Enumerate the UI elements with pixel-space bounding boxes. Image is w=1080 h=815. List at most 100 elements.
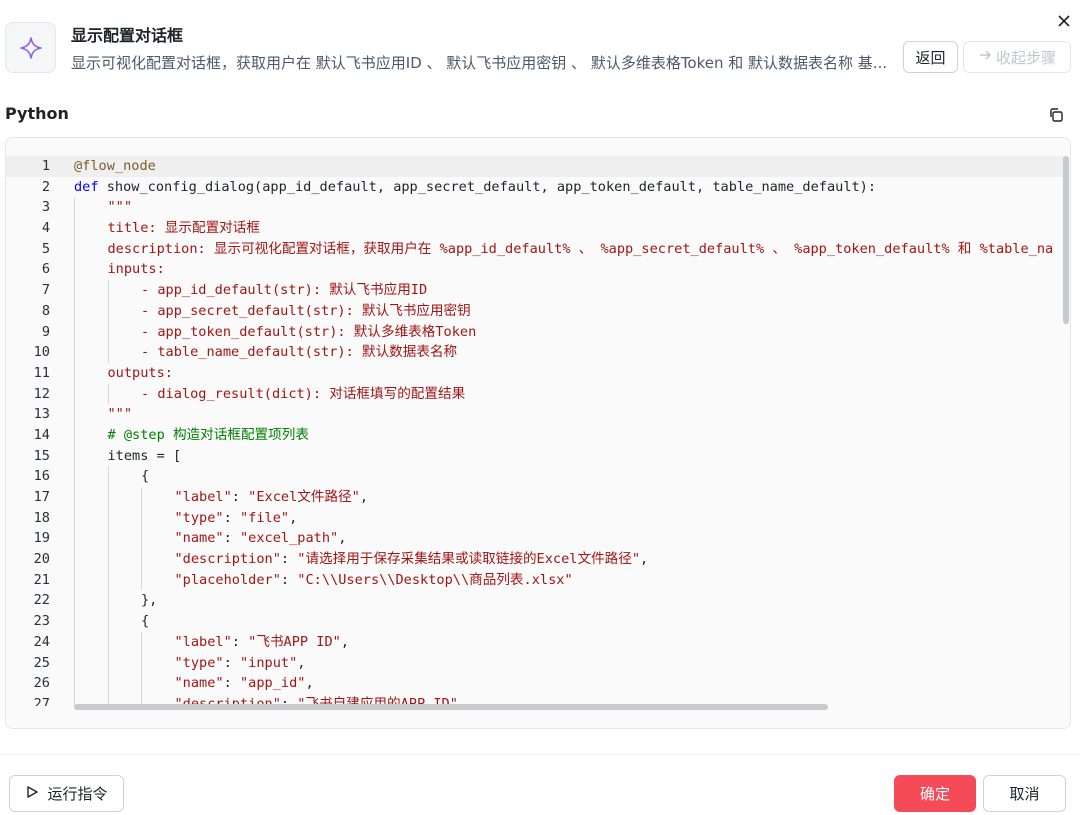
code-line[interactable]: 4 title: 显示配置对话框 xyxy=(6,218,1064,239)
code-token: }, xyxy=(141,592,158,609)
run-command-button[interactable]: 运行指令 xyxy=(9,775,124,812)
line-number: 13 xyxy=(33,406,50,423)
code-token: "type" xyxy=(174,654,224,671)
code-token: # @step 构造对话框配置项列表 xyxy=(107,426,309,443)
code-token: """ xyxy=(107,199,133,216)
code-language-label: Python xyxy=(5,104,69,123)
indent-guide xyxy=(107,673,109,694)
code-line[interactable]: 6 inputs: xyxy=(6,259,1064,281)
indent-guide xyxy=(107,300,109,322)
code-line[interactable]: 15 items = [ xyxy=(6,445,1064,467)
code-line[interactable]: 26 "name": "app_id", xyxy=(6,673,1064,694)
code-line[interactable]: 18 "type": "file", xyxy=(6,507,1064,529)
code-line[interactable]: 13 """ xyxy=(6,404,1064,425)
code-token: items = [ xyxy=(107,447,182,464)
code-line[interactable]: 14 # @step 构造对话框配置项列表 xyxy=(6,424,1064,446)
code-token: , xyxy=(338,530,347,547)
line-number: 9 xyxy=(41,323,50,340)
code-line[interactable]: 2 def show_config_dialog(app_id_default, … xyxy=(6,177,1064,198)
vertical-scrollbar[interactable] xyxy=(1063,156,1069,324)
code-token: "placeholder" xyxy=(174,571,281,588)
code-token: { xyxy=(141,468,150,485)
line-number: 16 xyxy=(33,468,50,485)
code-line[interactable]: 22}, xyxy=(6,590,1064,612)
play-icon xyxy=(25,785,39,803)
cancel-button[interactable]: 取消 xyxy=(983,775,1066,812)
code-token: "type" xyxy=(174,509,224,526)
code-token: - app_secret_default(str): 默认飞书应用密钥 xyxy=(141,302,471,319)
code-lines[interactable]: 1 @flow_node 2 def show_config_dialog(app_i… xyxy=(6,156,1064,706)
code-token: : xyxy=(280,571,298,588)
code-line[interactable]: 24 "label": "飞书APP ID", xyxy=(6,631,1064,653)
line-number: 19 xyxy=(33,530,50,547)
indent-guide xyxy=(74,528,75,550)
code-editor[interactable]: 1 @flow_node 2 def show_config_dialog(app_i… xyxy=(5,137,1071,729)
indent-guide xyxy=(74,631,75,653)
code-token: - app_id_default(str): 默认飞书应用ID xyxy=(141,282,428,299)
code-token: "label" xyxy=(174,489,232,505)
code-text: "name": "excel_path", xyxy=(175,528,347,549)
line-number: 11 xyxy=(33,364,50,381)
line-number: 24 xyxy=(33,633,50,650)
code-line[interactable]: 7 - app_id_default(str): 默认飞书应用ID xyxy=(6,280,1064,301)
code-line[interactable]: 10 - table_name_default(str): 默认数据表名称 xyxy=(6,342,1064,363)
code-token: : xyxy=(231,633,249,650)
code-line[interactable]: 25 "type": "input", xyxy=(6,652,1064,674)
code-text: - dialog_result(dict): 对话框填写的配置结果 xyxy=(141,384,465,405)
indent-guide xyxy=(74,652,75,674)
line-number: 7 xyxy=(41,282,50,299)
code-text: """ xyxy=(108,404,133,425)
code-line[interactable]: 20 "description": "请选择用于保存采集结果或读取链接的Excel… xyxy=(6,549,1064,570)
code-line[interactable]: 19 "name": "excel_path", xyxy=(6,528,1064,550)
code-line[interactable]: 1 @flow_node xyxy=(6,156,1064,177)
code-line[interactable]: 3 """ xyxy=(6,197,1064,219)
indent-guide xyxy=(74,466,75,487)
code-token: , xyxy=(289,509,298,526)
code-token: "app_id" xyxy=(239,675,306,692)
code-line[interactable]: 17 "label": "Excel文件路径", xyxy=(6,487,1064,508)
back-button[interactable]: 返回 xyxy=(903,41,958,73)
code-text: - app_token_default(str): 默认多维表格Token xyxy=(141,322,476,343)
line-number: 6 xyxy=(41,261,50,278)
code-token: - table_name_default(str): 默认数据表名称 xyxy=(141,344,458,361)
line-number: 17 xyxy=(33,489,50,505)
dialog-subtitle: 显示可视化配置对话框，获取用户在 默认飞书应用ID 、 默认飞书应用密钥 、 默… xyxy=(71,54,886,72)
code-token: """ xyxy=(107,406,133,423)
code-line[interactable]: 23 { xyxy=(6,611,1064,632)
collapse-steps-button[interactable]: 收起步骤 xyxy=(963,41,1071,73)
code-text: "type": "input", xyxy=(175,653,306,674)
footer-divider xyxy=(0,754,1080,755)
line-number: 22 xyxy=(33,592,50,609)
code-line[interactable]: 12 - dialog_result(dict): 对话框填写的配置结果 xyxy=(6,383,1064,405)
code-line[interactable]: 9 - app_token_default(str): 默认多维表格Token xyxy=(6,321,1064,343)
code-token: "C:\\Users\\Desktop\\商品列表.xlsx" xyxy=(297,571,573,588)
code-text: """ xyxy=(108,197,133,218)
code-text: - app_secret_default(str): 默认飞书应用密钥 xyxy=(141,301,471,322)
indent-guide xyxy=(74,487,75,508)
confirm-button[interactable]: 确定 xyxy=(894,775,976,812)
code-line[interactable]: 5 description: 显示可视化配置对话框，获取用户在 %app_id_d… xyxy=(6,238,1064,260)
close-icon[interactable] xyxy=(1055,12,1073,30)
line-number: 4 xyxy=(41,220,50,237)
code-line[interactable]: 21 "placeholder": "C:\\Users\\Desktop\\商品… xyxy=(6,569,1064,591)
code-token: "name" xyxy=(174,530,224,547)
code-line[interactable]: 16 { xyxy=(6,466,1064,487)
code-token: , xyxy=(297,654,306,671)
code-text: "description": "请选择用于保存采集结果或读取链接的Excel文件… xyxy=(175,549,649,570)
code-text: - app_id_default(str): 默认飞书应用ID xyxy=(141,280,427,301)
code-token: "飞书APP ID" xyxy=(248,633,341,650)
code-line[interactable]: 8 - app_secret_default(str): 默认飞书应用密钥 xyxy=(6,300,1064,322)
line-number: 25 xyxy=(33,654,50,671)
horizontal-scrollbar[interactable] xyxy=(74,704,828,710)
indent-guide xyxy=(74,383,75,405)
code-token: : xyxy=(223,530,240,547)
code-token: "Excel文件路径" xyxy=(248,489,360,505)
code-line[interactable]: 11 outputs: xyxy=(6,362,1064,384)
indent-guide xyxy=(74,445,75,467)
indent-guide xyxy=(74,590,75,612)
code-token: "name" xyxy=(174,675,224,692)
line-number: 5 xyxy=(41,240,50,257)
indent-guide xyxy=(107,280,109,301)
copy-icon[interactable] xyxy=(1048,107,1064,123)
indent-guide xyxy=(141,569,142,591)
